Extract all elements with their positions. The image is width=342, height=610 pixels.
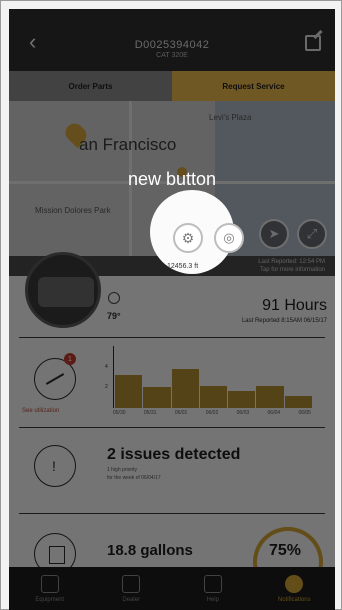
- chart-x-tick: 05/30: [113, 410, 126, 416]
- chart-y-axis: [113, 346, 114, 408]
- nav-item-help[interactable]: Help: [172, 567, 254, 610]
- service-button-icon[interactable]: ⚙: [173, 223, 203, 253]
- nav-item-equipment[interactable]: Equipment: [9, 567, 91, 610]
- nav-label: Notifications: [277, 597, 311, 603]
- map-place-label: Mission Dolores Park: [35, 206, 111, 215]
- app-header: ‹ D0025394042 CAT 320E: [9, 9, 335, 71]
- chart-x-tick: 06/01: [174, 410, 188, 416]
- equipment-icon: [40, 575, 59, 593]
- temperature: 79°: [107, 311, 121, 321]
- chart-x-tick: 06/04: [267, 410, 281, 416]
- map-status-line: Tap for more information: [259, 267, 325, 273]
- action-tabs: Order Parts Request Service: [9, 71, 335, 101]
- chart-x-axis-labels: 05/30 05/31 06/01 06/02 06/03 06/04 06/05: [113, 410, 311, 416]
- edit-icon[interactable]: [305, 35, 321, 51]
- chart-bar: [284, 395, 312, 408]
- tab-request-service[interactable]: Request Service: [172, 71, 335, 101]
- divider: [19, 513, 325, 514]
- tab-order-parts[interactable]: Order Parts: [9, 71, 172, 101]
- nav-label: Equipment: [35, 597, 65, 603]
- page-title: D0025394042: [134, 39, 210, 51]
- expand-icon[interactable]: ⤢: [297, 219, 327, 249]
- weather-icon: [108, 292, 120, 304]
- chart-x-tick: 06/05: [298, 410, 311, 416]
- equipment-avatar[interactable]: [25, 252, 101, 328]
- directions-icon[interactable]: ➤: [259, 219, 289, 249]
- nav-label: Help: [206, 597, 219, 603]
- chart-x-tick: 06/02: [205, 410, 219, 416]
- divider: [19, 427, 325, 428]
- chart-bar: [115, 374, 143, 408]
- chart-x-tick: 06/03: [236, 410, 250, 416]
- issues-priority: 1 high priority: [107, 467, 138, 473]
- nav-item-notifications[interactable]: Notifications: [254, 567, 336, 610]
- chart-bar: [199, 386, 228, 408]
- map-city-label: an Francisco: [79, 135, 177, 154]
- hours-value: 91 Hours: [262, 297, 327, 314]
- chart-bar: [228, 391, 256, 408]
- chart-bar: [171, 368, 199, 408]
- nav-label: Dealer: [122, 597, 141, 603]
- chart-bar: [256, 386, 284, 408]
- chart-y-tick: 4: [105, 363, 108, 370]
- nav-item-dealer[interactable]: Dealer: [91, 567, 173, 610]
- chart-y-tick: 2: [105, 384, 108, 391]
- chart-bar: [143, 387, 171, 408]
- issues-title[interactable]: 2 issues detected: [107, 446, 240, 464]
- tutorial-tip: new button: [127, 169, 217, 189]
- spotlight-caption: 12456.3 ft: [167, 263, 199, 270]
- map-status-line: Last Reported: 12:54 PM: [258, 259, 325, 265]
- alert-badge: 1: [64, 353, 76, 365]
- help-icon: [203, 575, 222, 593]
- fuel-amount: 18.8 gallons: [107, 542, 193, 559]
- see-utilization-link[interactable]: See utilization: [22, 408, 59, 414]
- bottom-nav: Equipment Dealer Help Notifications: [9, 567, 335, 610]
- issues-week: for the week of 06/04/17: [107, 475, 161, 481]
- fuel-percent: 75%: [269, 542, 302, 559]
- chart-x-tick: 05/31: [143, 410, 157, 416]
- engine-warning-icon[interactable]: [34, 445, 76, 487]
- gps-icon[interactable]: ◎: [214, 223, 244, 253]
- page-subtitle: CAT 320E: [156, 52, 188, 59]
- utilization-chart[interactable]: 42: [105, 346, 312, 408]
- last-reported: Last Reported 8:15AM 06/15/17: [241, 318, 327, 324]
- app-frame: ‹ D0025394042 CAT 320E Order Parts Reque…: [0, 0, 342, 610]
- dealer-icon: [122, 575, 141, 593]
- bell-icon: [285, 575, 304, 593]
- map-place-label: Levi's Plaza: [209, 113, 252, 122]
- divider: [19, 337, 325, 338]
